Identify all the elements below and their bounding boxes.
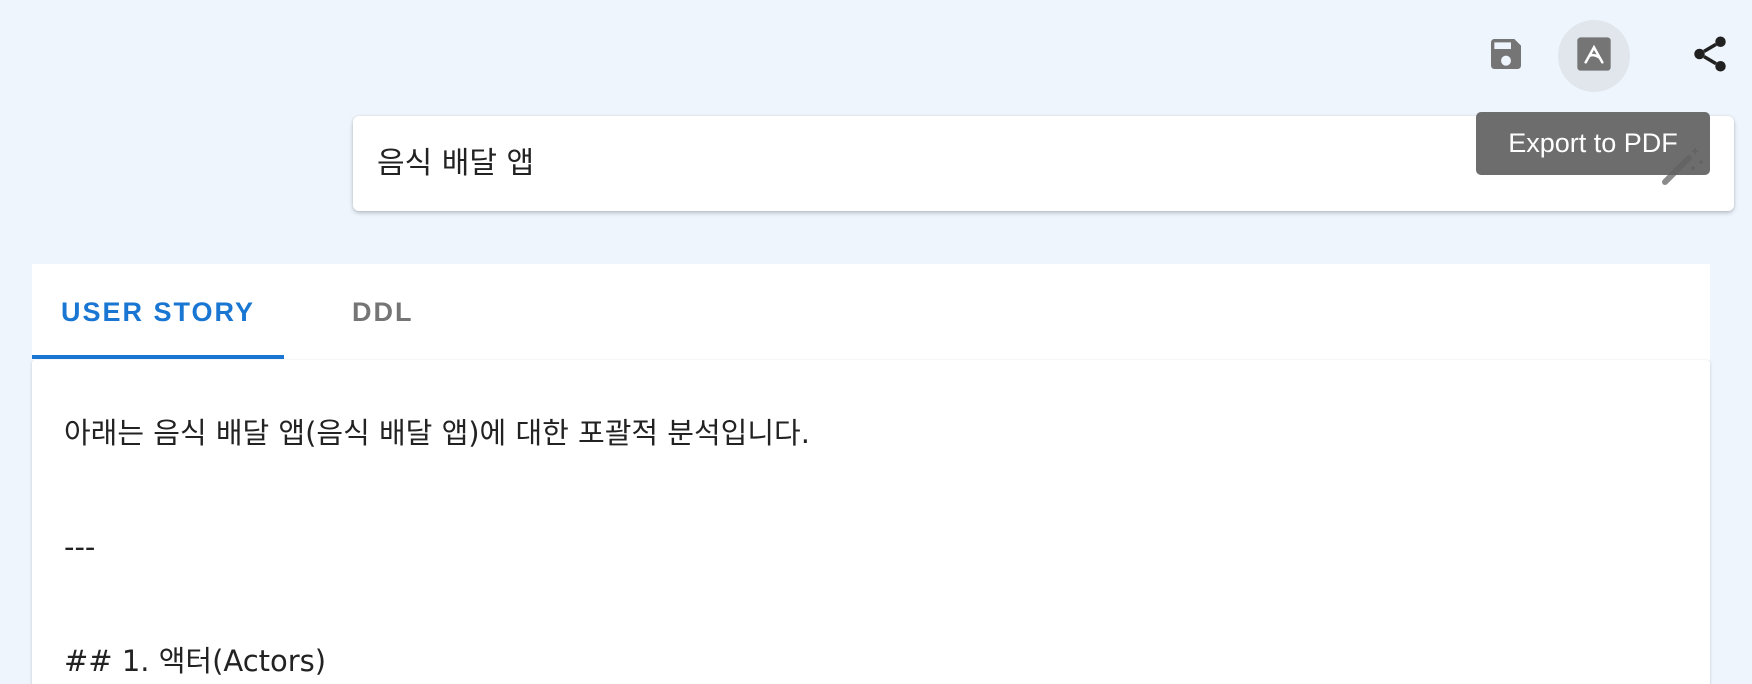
tab-user-story[interactable]: USER STORY (32, 264, 284, 360)
share-icon (1689, 33, 1731, 80)
tab-ddl[interactable]: DDL (352, 264, 414, 360)
export-pdf-tooltip: Export to PDF (1476, 112, 1710, 175)
app-page: 음식 배달 앱 Export to PDF USER STORY DDL 아래는… (0, 0, 1752, 684)
active-tab-indicator (32, 355, 284, 359)
title-input[interactable]: 음식 배달 앱 (377, 116, 534, 211)
tab-bar: USER STORY DDL (32, 264, 1710, 360)
content-heading: ## 1. 액터(Actors) (64, 644, 327, 678)
save-icon (1486, 34, 1526, 79)
share-button[interactable] (1674, 20, 1746, 92)
pdf-icon (1574, 34, 1614, 79)
content-panel: 아래는 음식 배달 앱(음식 배달 앱)에 대한 포괄적 분석입니다. --- … (32, 360, 1710, 684)
content-intro: 아래는 음식 배달 앱(음식 배달 앱)에 대한 포괄적 분석입니다. (64, 416, 810, 450)
export-pdf-button[interactable] (1558, 20, 1630, 92)
save-button[interactable] (1470, 20, 1542, 92)
content-divider: --- (64, 530, 96, 564)
